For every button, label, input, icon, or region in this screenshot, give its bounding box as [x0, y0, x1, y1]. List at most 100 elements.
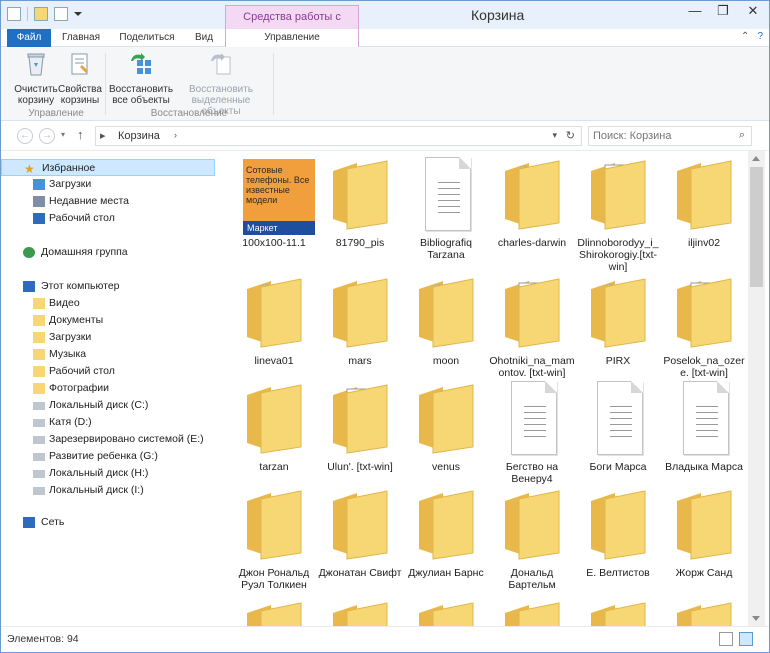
folder-icon	[333, 278, 388, 348]
nav-comp-desktop[interactable]: Рабочий стол	[1, 363, 215, 380]
nav-drive-d[interactable]: Катя (D:)	[1, 414, 215, 431]
file-item[interactable]: tarzan	[231, 375, 317, 491]
nav-comp-documents[interactable]: Документы	[1, 312, 215, 329]
file-item[interactable]: Джонатан Свифт	[317, 481, 403, 597]
nav-favorites-label: Избранное	[42, 162, 96, 174]
empty-bin-button[interactable]: Очистить корзину	[9, 51, 63, 106]
chevron-down-icon[interactable]	[74, 12, 82, 16]
address-path[interactable]: Корзина	[118, 130, 160, 142]
file-item[interactable]	[575, 593, 661, 626]
nav-item-label: Фотографии	[49, 382, 110, 394]
group-restore-label: Восстановление	[150, 108, 228, 119]
file-item[interactable]: Е. Велтистов	[575, 481, 661, 597]
nav-fav-downloads[interactable]: Загрузки	[1, 176, 215, 193]
nav-drive-h[interactable]: Локальный диск (H:)	[1, 465, 215, 482]
file-item[interactable]: venus	[403, 375, 489, 491]
refresh-icon[interactable]: ↻	[566, 129, 575, 142]
file-item[interactable]: Дональд Бартельм	[489, 481, 575, 597]
nav-drive-c[interactable]: Локальный диск (C:)	[1, 397, 215, 414]
nav-drive-g[interactable]: Развитие ребенка (G:)	[1, 448, 215, 465]
file-item[interactable]	[489, 593, 575, 626]
large-icons-view-icon[interactable]	[739, 632, 753, 646]
scroll-up-icon[interactable]	[752, 156, 760, 161]
vertical-scrollbar[interactable]	[748, 151, 765, 626]
file-item[interactable]: 81790_pis	[317, 151, 403, 267]
up-arrow-icon[interactable]: ↑	[77, 127, 84, 142]
nav-comp-video[interactable]: Видео	[1, 295, 215, 312]
file-list: Сотовые телефоны. Все известные модели Ма…	[221, 151, 747, 626]
nav-comp-music[interactable]: Музыка	[1, 346, 215, 363]
scroll-thumb[interactable]	[750, 167, 763, 287]
nav-network[interactable]: Сеть	[1, 514, 215, 531]
nav-drive-i[interactable]: Локальный диск (I:)	[1, 482, 215, 499]
properties-icon[interactable]	[7, 7, 21, 21]
folder-icon	[333, 602, 388, 626]
file-item[interactable]: Бегство на Венеру4	[489, 375, 575, 491]
close-button[interactable]: ✕	[737, 1, 769, 23]
file-item[interactable]: Боги Марса	[575, 375, 661, 491]
file-item[interactable]: Жорж Санд	[661, 481, 747, 597]
folder-icon	[333, 384, 388, 454]
file-item-label: PIRX	[605, 355, 631, 367]
file-item[interactable]: mars	[317, 269, 403, 385]
restore-all-icon	[131, 53, 151, 74]
minimize-button[interactable]: —	[681, 1, 709, 23]
search-box[interactable]: ⌕	[588, 126, 752, 146]
address-bar[interactable]: ▸ Корзина › ▾ ↻	[95, 126, 582, 146]
file-item[interactable]: Джон Рональд Руэл Толкиен	[231, 481, 317, 597]
desktop-icon	[33, 213, 45, 224]
downloads-icon	[33, 179, 45, 190]
file-item[interactable]: Poselok_na_ozere. [txt-win]	[661, 269, 747, 385]
tab-home[interactable]: Главная	[53, 29, 109, 47]
file-item[interactable]	[231, 593, 317, 626]
file-item[interactable]: PIRX	[575, 269, 661, 385]
collapse-ribbon-icon[interactable]: ⌃	[741, 31, 749, 42]
chevron-down-icon[interactable]: ▾	[552, 130, 557, 141]
file-item-label: moon	[432, 355, 460, 367]
details-view-icon[interactable]	[719, 632, 733, 646]
file-item[interactable]: lineva01	[231, 269, 317, 385]
file-item[interactable]	[317, 593, 403, 626]
tab-manage[interactable]: Управление	[225, 29, 359, 48]
restore-all-button[interactable]: Восстановить все объекты	[109, 51, 173, 106]
breadcrumb-chevron-icon[interactable]: ›	[174, 130, 177, 140]
scroll-down-icon[interactable]	[752, 616, 760, 621]
maximize-button[interactable]: ❐	[709, 1, 737, 23]
computer-icon	[23, 281, 35, 292]
file-item-label: Bibliografiq Tarzana	[420, 237, 472, 261]
nav-computer[interactable]: Этот компьютер	[1, 278, 215, 295]
search-icon[interactable]: ⌕	[739, 129, 745, 142]
file-item[interactable]: Dlinnoborodyy_i_Shirokorogiy.[txt-win]	[575, 151, 661, 273]
page-icon[interactable]	[54, 7, 68, 21]
back-button[interactable]: ←	[17, 128, 33, 144]
file-item[interactable]: Ulun'. [txt-win]	[317, 375, 403, 491]
nav-fav-recent[interactable]: Недавние места	[1, 193, 215, 210]
file-item[interactable]: Владыка Марса	[661, 375, 747, 491]
nav-comp-pictures[interactable]: Фотографии	[1, 380, 215, 397]
tab-file[interactable]: Файл	[7, 29, 51, 47]
recent-locations-icon[interactable]: ▾	[61, 130, 65, 139]
nav-favorites[interactable]: ★ Избранное	[1, 159, 215, 176]
new-folder-icon[interactable]	[34, 7, 48, 21]
nav-drive-e[interactable]: Зарезервировано системой (E:)	[1, 431, 215, 448]
help-icon[interactable]: ?	[757, 31, 763, 42]
file-item[interactable]: iljinv02	[661, 151, 747, 267]
file-item[interactable]: moon	[403, 269, 489, 385]
file-item-label: lineva01	[254, 355, 294, 367]
file-item[interactable]: Bibliografiq Tarzana	[403, 151, 489, 267]
tab-view[interactable]: Вид	[185, 29, 223, 47]
search-input[interactable]	[593, 129, 733, 143]
file-item[interactable]: Сотовые телефоны. Все известные модели Ма…	[231, 151, 317, 267]
folder-icon	[677, 602, 732, 626]
nav-homegroup[interactable]: Домашняя группа	[1, 244, 215, 261]
file-item[interactable]	[403, 593, 489, 626]
file-item[interactable]: charles-darwin	[489, 151, 575, 267]
nav-fav-desktop[interactable]: Рабочий стол	[1, 210, 215, 227]
bin-properties-button[interactable]: Свойства корзины	[57, 51, 103, 106]
nav-comp-downloads[interactable]: Загрузки	[1, 329, 215, 346]
file-item[interactable]: Джулиан Барнс	[403, 481, 489, 597]
file-item[interactable]: Ohotniki_na_mamontov. [txt-win]	[489, 269, 575, 385]
file-item[interactable]	[661, 593, 747, 626]
tab-share[interactable]: Поделиться	[111, 29, 183, 47]
forward-button[interactable]: →	[39, 128, 55, 144]
